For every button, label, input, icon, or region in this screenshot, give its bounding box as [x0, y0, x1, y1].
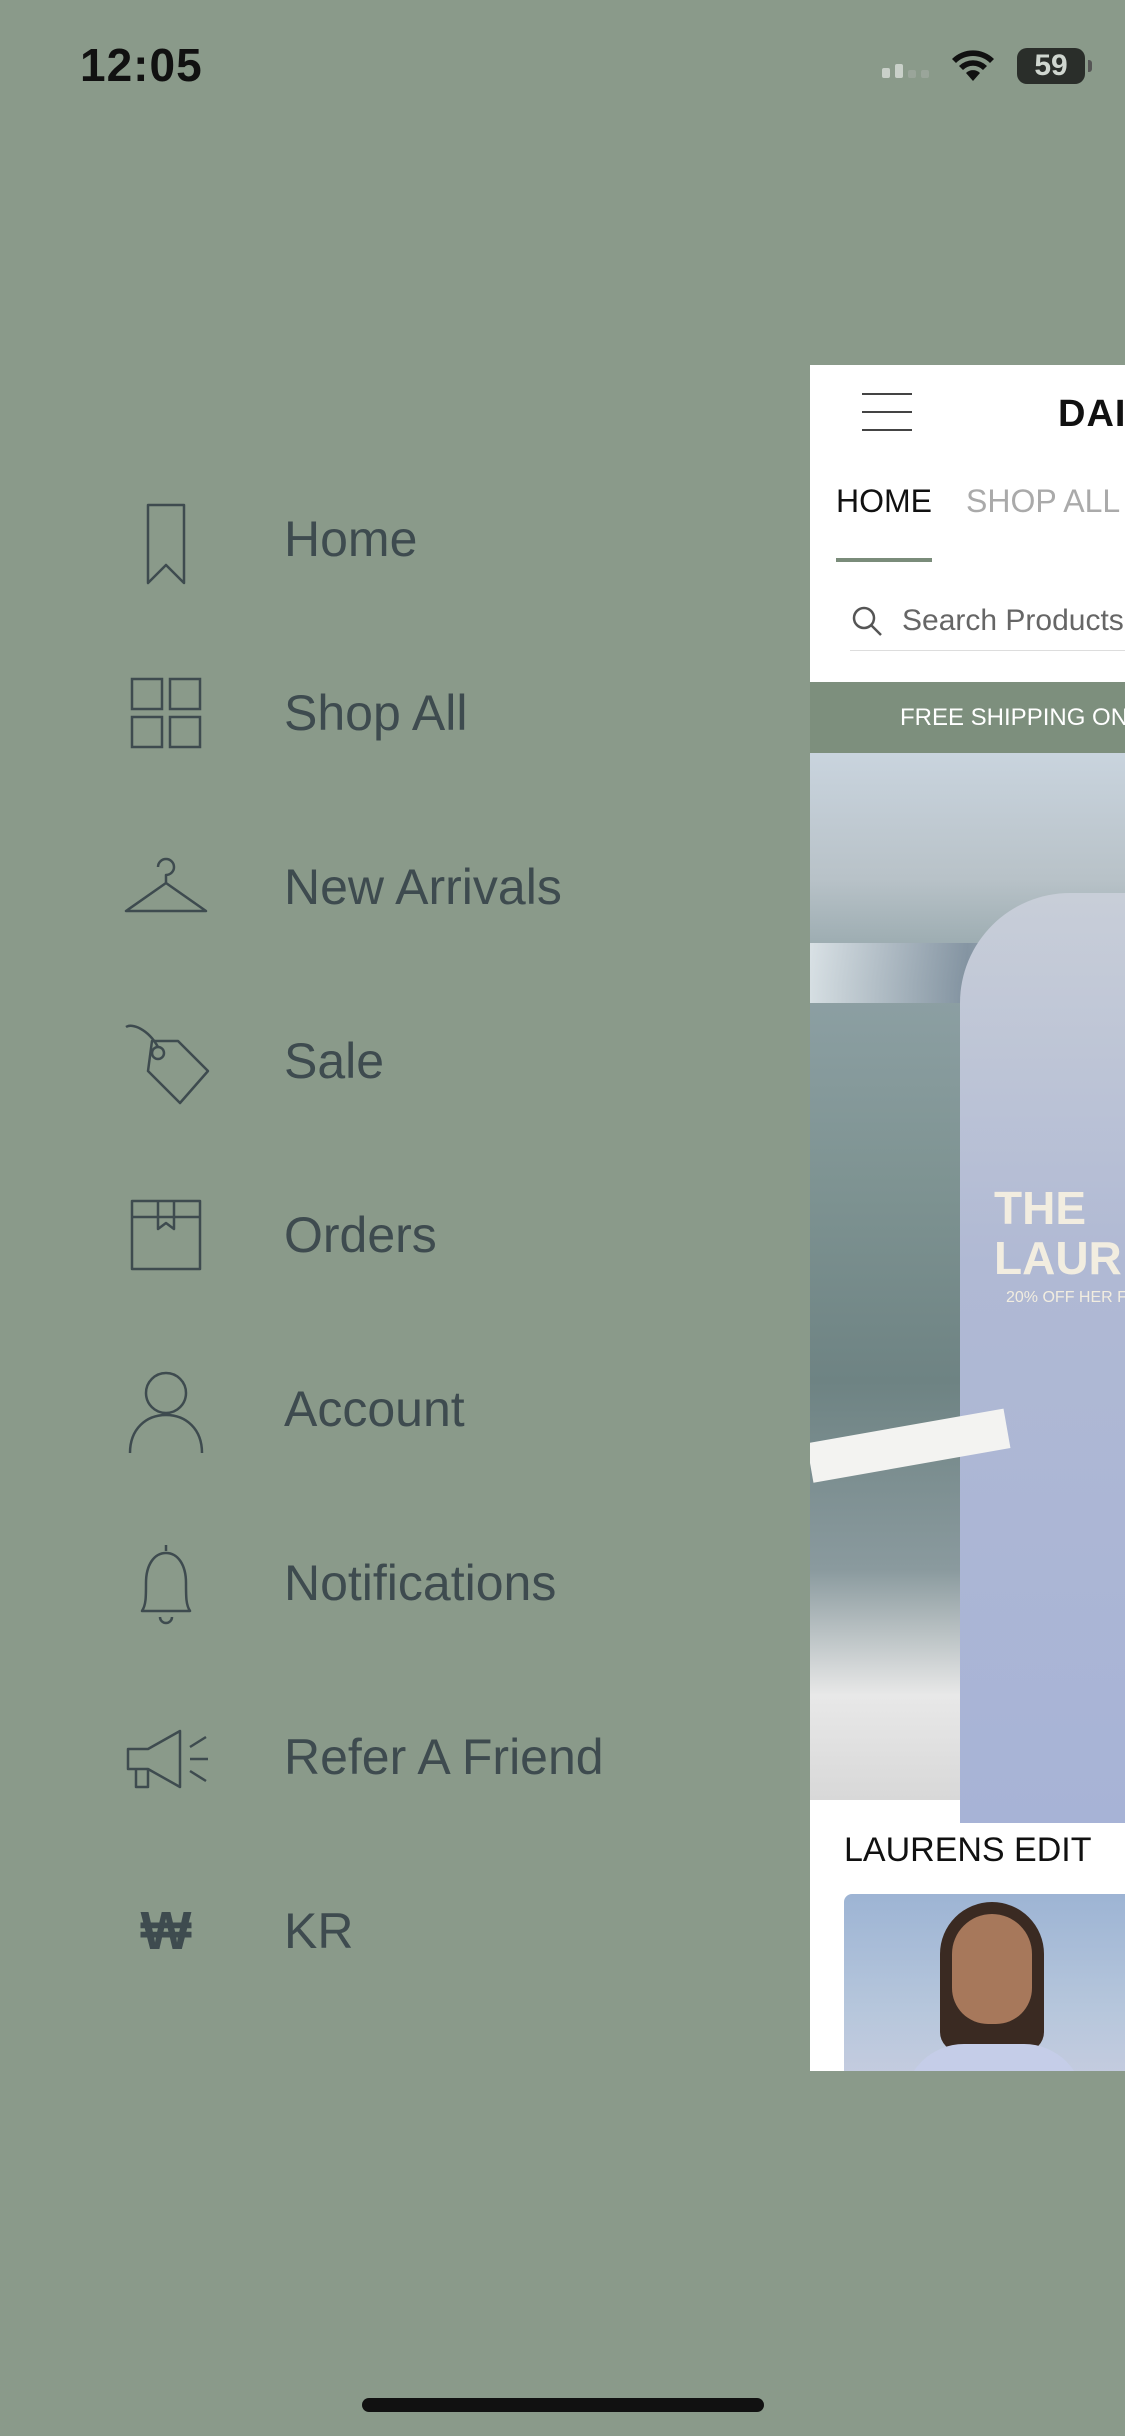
menu-item-account[interactable]: Account — [0, 1322, 780, 1496]
tag-icon — [106, 1011, 226, 1111]
hanger-icon — [106, 837, 226, 937]
home-indicator[interactable] — [362, 2398, 764, 2412]
wifi-icon — [952, 50, 994, 81]
menu-item-label: Home — [284, 511, 418, 567]
bookmark-icon — [106, 489, 226, 589]
tab-home[interactable]: HOME — [836, 483, 932, 562]
menu-item-orders[interactable]: Orders — [0, 1148, 780, 1322]
menu-item-sale[interactable]: Sale — [0, 974, 780, 1148]
currency-glyph: ₩ — [140, 1901, 192, 1961]
top-tabs: HOME SHOP ALL — [836, 483, 1120, 562]
menu-item-label: Sale — [284, 1033, 385, 1089]
hero-title: THE LAUR — [994, 1183, 1122, 1283]
promo-banner[interactable]: FREE SHIPPING ON A — [810, 682, 1125, 753]
grid-icon — [106, 663, 226, 763]
hero-title-line: LAUR — [994, 1232, 1122, 1284]
search-bar[interactable] — [850, 591, 1125, 651]
hero-model-image — [960, 893, 1125, 1823]
menu-item-refer-a-friend[interactable]: Refer A Friend — [0, 1670, 780, 1844]
search-icon — [852, 606, 882, 636]
currency-won-icon: ₩ — [106, 1881, 226, 1981]
cellular-signal-icon — [882, 54, 929, 78]
status-time: 12:05 — [80, 39, 203, 91]
menu-item-home[interactable]: Home — [0, 452, 780, 626]
menu-item-label: New Arrivals — [284, 859, 562, 915]
menu-item-currency[interactable]: ₩ KR — [0, 1844, 780, 2018]
status-icons: 59 — [882, 44, 1092, 88]
hamburger-menu-icon[interactable] — [862, 393, 912, 431]
hero-banner[interactable]: THE LAUR 20% OFF HER F — [810, 753, 1125, 1823]
battery-icon: 59 — [1017, 48, 1092, 84]
menu-item-new-arrivals[interactable]: New Arrivals — [0, 800, 780, 974]
product-model-face — [952, 1914, 1032, 2024]
menu-item-label: Notifications — [284, 1555, 557, 1611]
search-input[interactable] — [902, 603, 1125, 638]
menu-item-label: Shop All — [284, 685, 468, 741]
menu-item-label: KR — [284, 1903, 354, 1959]
menu-item-notifications[interactable]: Notifications — [0, 1496, 780, 1670]
hero-subtitle: 20% OFF HER F — [1006, 1289, 1125, 1306]
user-icon — [106, 1359, 226, 1459]
screen: 12:05 59 Home Shop All New Arrivals Sale… — [0, 0, 1125, 2436]
menu-item-label: Orders — [284, 1207, 437, 1263]
menu-item-label: Account — [284, 1381, 465, 1437]
product-image[interactable] — [844, 1894, 1125, 2071]
megaphone-icon — [106, 1707, 226, 1807]
section-title: LAURENS EDIT — [844, 1831, 1092, 1869]
brand-logo: DAI — [1058, 393, 1125, 435]
hero-title-line: THE — [994, 1182, 1086, 1234]
menu-item-shop-all[interactable]: Shop All — [0, 626, 780, 800]
product-model-shirt — [904, 2044, 1084, 2071]
bell-icon — [106, 1533, 226, 1633]
menu-item-label: Refer A Friend — [284, 1729, 604, 1785]
app-content-panel[interactable]: DAI HOME SHOP ALL FREE SHIPPING ON A THE… — [810, 365, 1125, 2071]
box-icon — [106, 1185, 226, 1285]
tab-shop-all[interactable]: SHOP ALL — [966, 483, 1120, 520]
side-menu: Home Shop All New Arrivals Sale Orders A… — [0, 452, 780, 2018]
app-header: DAI — [810, 365, 1125, 455]
